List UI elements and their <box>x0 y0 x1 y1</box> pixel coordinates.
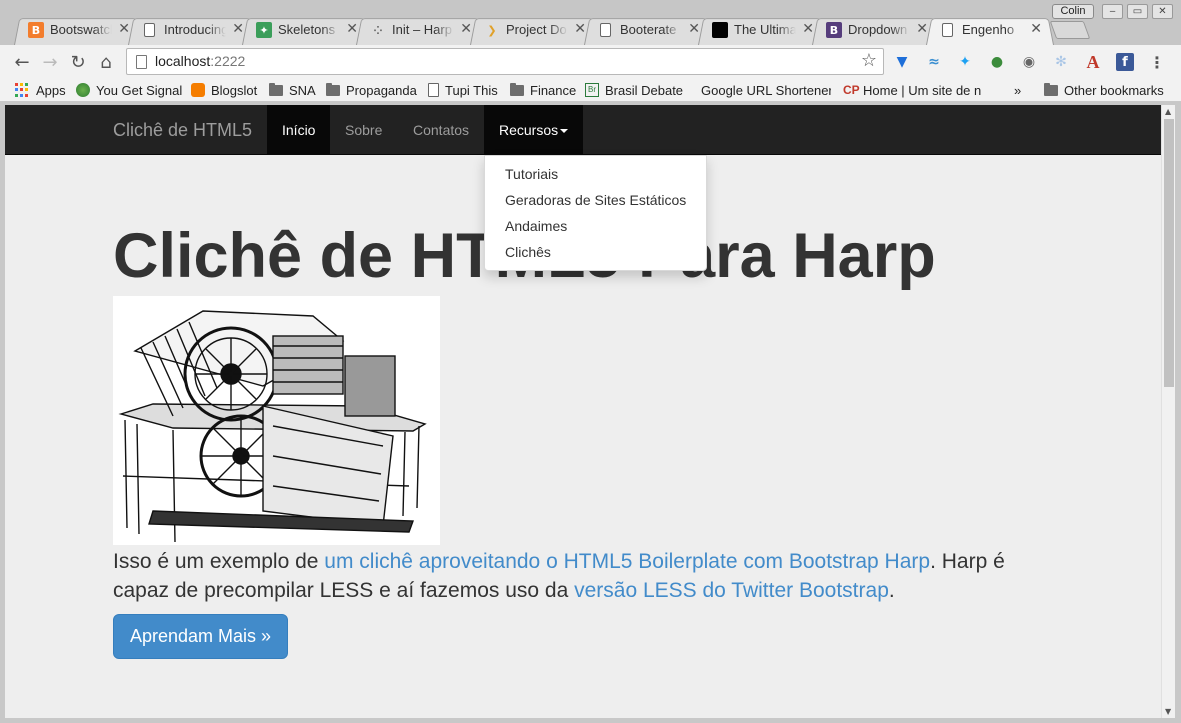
tab-init-harp[interactable]: ⁘ Init – Harp ✕ <box>356 15 484 45</box>
folder-icon <box>510 82 524 96</box>
tab-bootswatch[interactable]: B Bootswatch ✕ <box>14 15 142 45</box>
tab-booterate[interactable]: Booterate ✕ <box>584 15 712 45</box>
brasil-debate-icon: Br <box>585 83 599 97</box>
window-close-icon[interactable]: ✕ <box>1152 4 1173 19</box>
tab-project[interactable]: ❯ Project Do ✕ <box>470 15 598 45</box>
bookmark-apps[interactable]: Apps <box>15 81 66 99</box>
bookmark-star-icon[interactable]: ☆ <box>861 50 877 71</box>
nav-recursos[interactable]: Recursos <box>484 105 584 155</box>
minimize-icon[interactable]: ‒ <box>1102 4 1123 19</box>
globe-icon <box>76 83 90 97</box>
intro-paragraph: Isso é um exemplo de um clichê aproveita… <box>113 550 1005 602</box>
document-icon <box>942 23 953 37</box>
folder-icon <box>326 82 340 96</box>
folder-icon <box>1044 82 1058 96</box>
document-icon <box>144 23 155 37</box>
new-tab-button[interactable] <box>1049 21 1091 39</box>
learn-more-button[interactable]: Aprendam Mais » <box>113 614 288 659</box>
bookmark-you-get-signal[interactable]: You Get Signal <box>76 81 182 99</box>
black-square-icon <box>712 22 728 38</box>
nav-inicio[interactable]: Início <box>267 105 331 155</box>
window-frame-right <box>1175 102 1181 723</box>
scroll-up-icon[interactable]: ▲ <box>1165 107 1171 116</box>
bookmark-sna[interactable]: SNA <box>269 81 316 99</box>
recursos-dropdown-menu: Tutoriais Geradoras de Sites Estáticos A… <box>484 155 707 271</box>
page-info-icon[interactable] <box>136 55 147 69</box>
reload-icon[interactable]: ↻ <box>65 49 91 75</box>
document-icon <box>428 83 439 97</box>
folder-icon <box>269 82 283 96</box>
scrollbar-thumb[interactable] <box>1164 119 1174 387</box>
bookmark-propaganda[interactable]: Propaganda <box>326 81 417 99</box>
scroll-down-icon[interactable]: ▼ <box>1165 707 1171 716</box>
tab-title: Introducing <box>164 22 226 37</box>
bookmarks-bar: Apps You Get Signal Blogslot SNA Propaga… <box>0 78 1181 102</box>
download-extension-icon[interactable]: ● <box>988 53 1006 71</box>
tab-title: Booterate <box>620 22 677 37</box>
less-bootstrap-link[interactable]: versão LESS do Twitter Bootstrap <box>574 579 889 602</box>
url-text[interactable]: localhost:2222 <box>155 53 245 69</box>
document-icon <box>600 23 611 37</box>
dropdown-item-andaimes[interactable]: Andaimes <box>485 213 706 239</box>
boilerplate-link[interactable]: um clichê aproveitando o HTML5 Boilerpla… <box>324 550 930 573</box>
maximize-icon[interactable]: ▭ <box>1127 4 1148 19</box>
cp-icon: CP <box>843 83 860 97</box>
home-icon[interactable]: ⌂ <box>93 49 119 75</box>
tab-skeletons[interactable]: ✦ Skeletons ✕ <box>242 15 370 45</box>
acrobat-icon[interactable]: A <box>1084 52 1102 72</box>
profile-button[interactable]: Colin <box>1052 4 1094 19</box>
forward-icon[interactable]: → <box>37 49 63 75</box>
tab-strip: B Bootswatch ✕ Introducing ✕ ✦ Skeletons… <box>0 0 1181 45</box>
vpn-shield-icon[interactable]: ▼ <box>893 53 911 71</box>
tab-title: Dropdown <box>848 22 908 37</box>
facebook-icon[interactable]: f <box>1116 53 1134 71</box>
camera-extension-icon[interactable]: ◉ <box>1020 53 1038 71</box>
other-bookmarks[interactable]: Other bookmarks <box>1044 81 1164 99</box>
bootstrap-purple-icon: B <box>826 22 842 38</box>
caret-down-icon <box>560 129 569 134</box>
printing-press-image <box>113 296 440 545</box>
tab-title: Bootswatch <box>50 22 112 37</box>
page-scrollbar[interactable]: ▲ ▼ <box>1161 105 1175 718</box>
nav-sobre[interactable]: Sobre <box>330 105 397 155</box>
page-viewport: Clichê de HTML5 Início Sobre Contatos Re… <box>5 105 1175 718</box>
nav-contatos[interactable]: Contatos <box>398 105 484 155</box>
site-navbar: Clichê de HTML5 Início Sobre Contatos Re… <box>5 105 1161 155</box>
tab-title: Engenho <box>962 22 1015 37</box>
tab-title: Project Do <box>506 22 567 37</box>
bookmark-tupi-this[interactable]: Tupi This <box>428 81 498 99</box>
tab-the-ultima[interactable]: The Ultima ✕ <box>698 15 826 45</box>
dropdown-item-tutoriais[interactable]: Tutoriais <box>485 161 706 187</box>
dropdown-item-cliches[interactable]: Clichês <box>485 239 706 265</box>
apps-grid-icon <box>15 83 29 97</box>
tab-engenho[interactable]: Engenho ✕ <box>926 15 1054 45</box>
skeleton-green-icon: ✦ <box>256 22 272 38</box>
twitter-icon[interactable]: ✦ <box>956 53 974 71</box>
tab-title: The Ultima <box>734 22 796 37</box>
bookmark-google-url-shortener[interactable]: Google URL Shortener <box>695 81 831 99</box>
tab-title: Init – Harp <box>392 22 452 37</box>
menu-icon[interactable]: ⋮ <box>1148 53 1166 72</box>
blogger-icon <box>191 83 205 97</box>
back-icon[interactable]: ← <box>9 49 35 75</box>
browser-toolbar: ← → ↻ ⌂ localhost:2222 ☆ ▼ ≈ ✦ ● ◉ ✻ A f… <box>0 45 1181 78</box>
tab-dropdown[interactable]: B Dropdown ✕ <box>812 15 940 45</box>
bookmark-home-um-site[interactable]: CP Home | Um site de n <box>843 81 983 99</box>
project-icon: ❯ <box>487 23 497 37</box>
harp-icon: ⁘ <box>373 23 383 37</box>
bootstrap-orange-icon: B <box>28 22 44 38</box>
bookmarks-overflow-button[interactable]: » <box>1014 81 1021 99</box>
bookmark-blogslot[interactable]: Blogslot <box>191 81 257 99</box>
dropdown-item-geradoras[interactable]: Geradoras de Sites Estáticos <box>485 187 706 213</box>
tab-introducing[interactable]: Introducing ✕ <box>128 15 256 45</box>
tab-title: Skeletons <box>278 22 336 37</box>
bird-extension-icon[interactable]: ≈ <box>925 53 943 71</box>
bookmark-brasil-debate[interactable]: Br Brasil Debate <box>585 81 683 99</box>
window-frame-bottom <box>0 718 1181 723</box>
snowflake-extension-icon[interactable]: ✻ <box>1052 53 1070 71</box>
bookmark-finance[interactable]: Finance <box>510 81 576 99</box>
address-bar[interactable]: localhost:2222 ☆ <box>126 48 884 75</box>
close-icon[interactable]: ✕ <box>1030 21 1042 37</box>
site-brand[interactable]: Clichê de HTML5 <box>113 120 252 141</box>
